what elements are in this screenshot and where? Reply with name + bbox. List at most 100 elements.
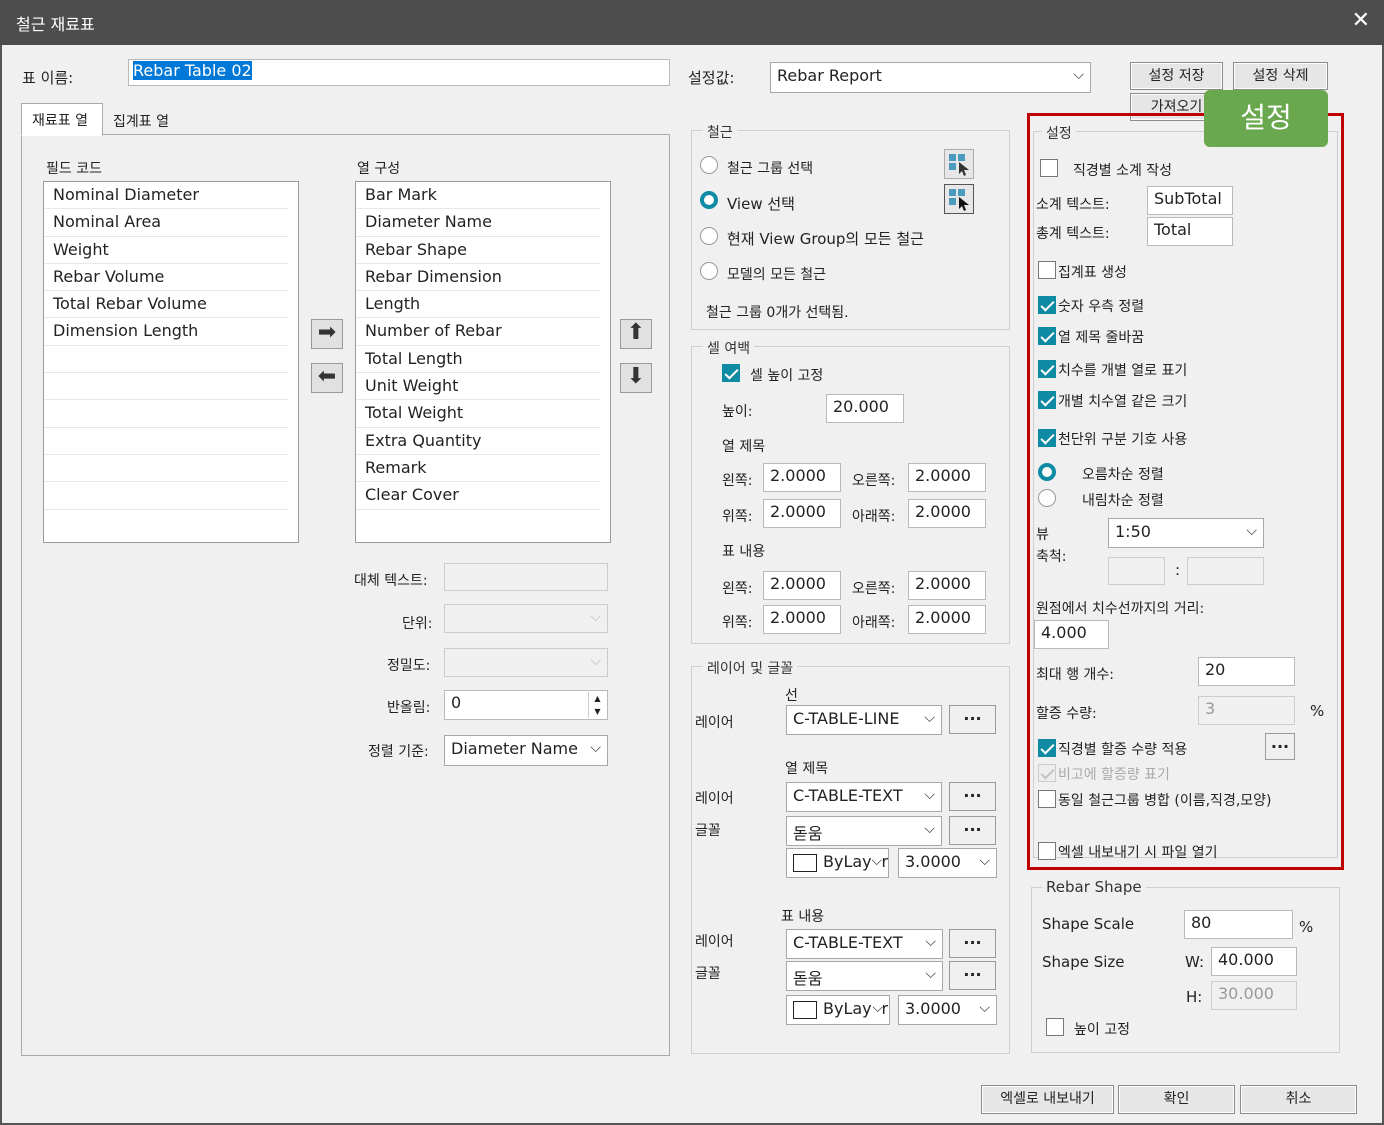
list-item[interactable]: Diameter Name — [356, 209, 600, 237]
table-name-input[interactable]: Rebar Table 02 — [128, 59, 670, 86]
radio-asc[interactable] — [1038, 463, 1056, 481]
extra-more-button[interactable]: ... — [1265, 733, 1295, 760]
list-item[interactable]: Bar Mark — [356, 182, 600, 210]
shape-h-input[interactable]: 30.000 — [1211, 981, 1297, 1010]
title-layer-more-button[interactable]: ... — [949, 782, 996, 811]
chevron-down-icon: ⌵ — [925, 966, 936, 982]
list-item[interactable]: Clear Cover — [356, 482, 600, 510]
content-right-input[interactable]: 2.0000 — [908, 571, 986, 600]
height-input[interactable]: 20.000 — [826, 394, 904, 423]
title-font-select[interactable]: 돋움 ⌵ — [786, 816, 942, 846]
content-font-select[interactable]: 돋움 ⌵ — [786, 961, 943, 991]
remove-column-button[interactable]: ⬅ — [311, 363, 343, 393]
radio-view-select[interactable] — [700, 191, 718, 209]
content-color-select[interactable]: ByLayer ⌵ — [786, 995, 890, 1025]
total-text-input[interactable]: Total — [1147, 217, 1233, 246]
list-item[interactable]: Total Weight — [356, 400, 600, 428]
ok-button[interactable]: 확인 — [1118, 1085, 1235, 1114]
title-layer-select[interactable]: C-TABLE-TEXT ⌵ — [786, 782, 942, 812]
tab-summary-columns[interactable]: 집계표 열 — [103, 105, 183, 134]
title-size-select[interactable]: 3.0000 ⌵ — [898, 848, 997, 878]
subtotal-text-input[interactable]: SubTotal — [1147, 186, 1233, 215]
preset-select[interactable]: Rebar Report ⌵ — [770, 62, 1091, 93]
delete-preset-button[interactable]: 설정 삭제 — [1233, 62, 1328, 90]
dist-input[interactable]: 4.000 — [1034, 620, 1109, 649]
list-item[interactable]: Nominal Diameter — [44, 182, 288, 210]
scale-num-input[interactable] — [1108, 557, 1165, 585]
table-name-label: 표 이름: — [22, 69, 74, 87]
line-layer-more-button[interactable]: ... — [949, 705, 996, 734]
radio-rebar-group[interactable] — [700, 156, 718, 174]
pick-view-button[interactable] — [944, 184, 974, 214]
list-item[interactable]: Number of Rebar — [356, 318, 600, 346]
sort-by-select[interactable]: Diameter Name ⌵ — [444, 735, 608, 766]
list-item[interactable]: Rebar Dimension — [356, 264, 600, 292]
merge-same-checkbox[interactable] — [1038, 790, 1056, 808]
title-color-select[interactable]: ByLayer ⌵ — [786, 848, 889, 878]
columns-list[interactable]: Bar Mark Diameter Name Rebar Shape Rebar… — [355, 181, 611, 543]
tab-material-columns[interactable]: 재료표 열 — [21, 103, 103, 136]
view-scale-select[interactable]: 1:50 ⌵ — [1108, 518, 1264, 548]
open-excel-checkbox[interactable] — [1038, 842, 1056, 860]
list-item[interactable]: Remark — [356, 455, 600, 483]
same-width-checkbox[interactable] — [1038, 391, 1056, 409]
list-item[interactable]: Nominal Area — [44, 209, 288, 237]
title-right-input[interactable]: 2.0000 — [908, 463, 986, 492]
radio-all-model[interactable] — [700, 262, 718, 280]
content-left-input[interactable]: 2.0000 — [763, 571, 841, 600]
rounding-input[interactable]: 0 ▲ ▼ — [444, 690, 608, 720]
radio-desc[interactable] — [1038, 489, 1056, 507]
num-right-checkbox[interactable] — [1038, 296, 1056, 314]
content-font-more-button[interactable]: ... — [949, 961, 996, 990]
content-layer-select[interactable]: C-TABLE-TEXT ⌵ — [786, 929, 943, 959]
make-summary-checkbox[interactable] — [1038, 261, 1056, 279]
extra-input[interactable]: 3 — [1198, 696, 1295, 725]
max-rows-input[interactable]: 20 — [1198, 657, 1295, 686]
title-left-input[interactable]: 2.0000 — [763, 463, 841, 492]
subtotal-by-dia-checkbox[interactable] — [1040, 159, 1058, 177]
pick-rebar-group-button[interactable] — [944, 149, 974, 179]
thousands-checkbox[interactable] — [1038, 429, 1056, 447]
list-item[interactable]: Weight — [44, 237, 288, 264]
scale-den-input[interactable] — [1187, 557, 1264, 585]
title-top-input[interactable]: 2.0000 — [763, 499, 841, 528]
save-preset-button[interactable]: 설정 저장 — [1130, 62, 1223, 90]
line-layer-select[interactable]: C-TABLE-LINE ⌵ — [786, 705, 942, 735]
wrap-title-checkbox[interactable] — [1038, 327, 1056, 345]
title-bottom-input[interactable]: 2.0000 — [908, 499, 986, 528]
shape-w-input[interactable]: 40.000 — [1211, 947, 1297, 976]
export-excel-button[interactable]: 엑셀로 내보내기 — [981, 1085, 1114, 1114]
shape-scale-input[interactable]: 80 — [1184, 910, 1293, 939]
move-up-button[interactable]: ⬆ — [620, 319, 652, 349]
precision-select[interactable]: ⌵ — [444, 648, 608, 677]
list-item[interactable]: Unit Weight — [356, 373, 600, 401]
list-item[interactable]: Length — [356, 291, 600, 319]
field-codes-list[interactable]: Nominal Diameter Nominal Area Weight Reb… — [43, 181, 299, 543]
cancel-button[interactable]: 취소 — [1240, 1085, 1357, 1114]
unit-select[interactable]: ⌵ — [444, 604, 608, 633]
close-icon[interactable]: ✕ — [1352, 8, 1370, 33]
move-down-button[interactable]: ⬇ — [620, 363, 652, 393]
content-bottom-input[interactable]: 2.0000 — [908, 605, 986, 634]
chevron-down-icon: ⌵ — [979, 1000, 990, 1016]
radio-current-view-group[interactable] — [700, 227, 718, 245]
list-item[interactable]: Rebar Volume — [44, 264, 288, 292]
content-top-input[interactable]: 2.0000 — [763, 605, 841, 634]
list-item[interactable]: Extra Quantity — [356, 428, 600, 455]
fix-height-checkbox[interactable] — [722, 364, 740, 382]
list-item[interactable]: Dimension Length — [44, 318, 288, 346]
list-item[interactable]: Total Length — [356, 346, 600, 374]
add-column-button[interactable]: ➡ — [311, 319, 343, 349]
list-item[interactable]: Total Rebar Volume — [44, 291, 288, 319]
content-layer-more-button[interactable]: ... — [949, 929, 996, 958]
spinner-icon[interactable]: ▲ ▼ — [588, 692, 606, 718]
extra-by-dia-checkbox[interactable] — [1038, 739, 1056, 757]
dim-sep-checkbox[interactable] — [1038, 360, 1056, 378]
columns-label: 열 구성 — [357, 161, 401, 177]
fix-h-checkbox[interactable] — [1046, 1018, 1064, 1036]
list-item[interactable]: Rebar Shape — [356, 237, 600, 264]
alt-text-input[interactable] — [444, 563, 608, 591]
title-font-more-button[interactable]: ... — [949, 816, 996, 845]
extra-remark-checkbox[interactable] — [1038, 764, 1056, 782]
content-size-select[interactable]: 3.0000 ⌵ — [898, 995, 997, 1025]
